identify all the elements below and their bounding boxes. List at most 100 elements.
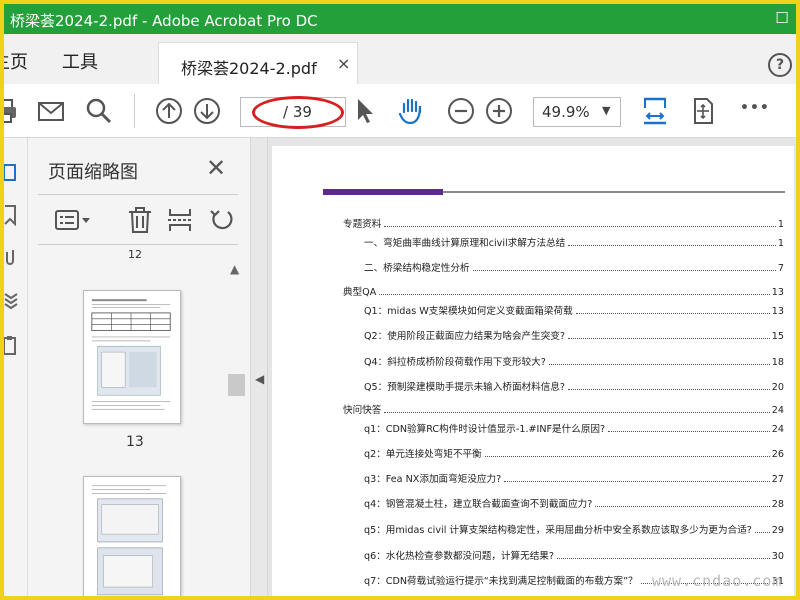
toc-page-number: 28 (771, 499, 784, 510)
toc-page-number: 24 (771, 424, 784, 435)
toc-page-number: 13 (771, 306, 784, 317)
toc-entry[interactable]: q4：钢管混凝土柱，建立联合截面查询不到截面应力? 28 (364, 496, 784, 510)
panel-splitter[interactable]: ◀ (250, 138, 268, 596)
more-icon[interactable]: ••• (740, 100, 770, 130)
toc-leader (568, 389, 770, 390)
layers-icon[interactable] (4, 288, 18, 310)
toc-page-number: 24 (771, 405, 784, 416)
toc-page-number: 26 (771, 449, 784, 460)
extract-page-icon[interactable] (166, 206, 194, 234)
toc-page-number: 15 (771, 331, 784, 342)
toc-section[interactable]: 典型QA 13 (343, 284, 784, 298)
toc-title: Q1：midas W支架模块如何定义变截面箱梁荷载 (364, 306, 573, 317)
zoom-in-icon[interactable] (484, 96, 514, 126)
delete-page-icon[interactable] (126, 206, 154, 234)
clipboard-icon[interactable] (4, 334, 18, 356)
toc-entry[interactable]: Q2：使用阶段正截面应力结果为啥会产生突变? 15 (364, 328, 784, 342)
toolbar: / 39 49.9% ▼ ••• (4, 84, 796, 138)
scrollbar-thumb[interactable] (228, 374, 245, 396)
toc-leader (379, 294, 770, 295)
help-icon[interactable]: ? (768, 53, 792, 77)
toc-title: 一、弯矩曲率曲线计算原理和civil求解方法总结 (364, 238, 566, 249)
toc-entry[interactable]: 一、弯矩曲率曲线计算原理和civil求解方法总结 1 (364, 235, 784, 249)
toc-title: Q4：斜拉桥成桥阶段荷载作用下变形较大? (364, 357, 546, 368)
toc-page-number: 20 (771, 382, 784, 393)
page-thumbnails-icon[interactable] (4, 162, 18, 184)
zoom-dropdown[interactable]: 49.9% ▼ (533, 97, 621, 127)
mail-icon[interactable] (36, 96, 66, 126)
page-thumbnail[interactable] (83, 476, 181, 596)
toc-leader (568, 338, 770, 339)
toc-page-number: 29 (771, 525, 784, 536)
toc-leader (595, 506, 770, 507)
red-annotation-ellipse (252, 96, 344, 129)
toc-entry[interactable]: Q1：midas W支架模块如何定义变截面箱梁荷载 13 (364, 303, 784, 317)
toc-title: 快问快答 (343, 405, 382, 416)
toc-leader (384, 412, 770, 413)
toc-title: q6：水化热检查参数都没问题，计算无结果? (364, 551, 554, 562)
toc-entry[interactable]: q2：单元连接处弯矩不平衡 26 (364, 446, 784, 460)
toc-leader (384, 226, 776, 227)
toc-title: 专题资料 (343, 219, 382, 230)
toc-entry[interactable]: q1：CDN验算RC构件时设计值显示-1.#INF是什么原因? 24 (364, 421, 784, 435)
select-cursor-icon[interactable] (350, 96, 380, 126)
toc-entry[interactable]: Q4：斜拉桥成桥阶段荷载作用下变形较大? 18 (364, 354, 784, 368)
panel-close-button[interactable]: ✕ (206, 154, 226, 182)
toc-entry[interactable]: q5：用midas civil 计算支架结构稳定性，采用屈曲分析中安全系数应该取… (364, 522, 784, 536)
toc-leader (608, 431, 770, 432)
toc-leader (472, 270, 776, 271)
toc-title: q5：用midas civil 计算支架结构稳定性，采用屈曲分析中安全系数应该取… (364, 525, 752, 536)
prev-page-icon[interactable] (154, 96, 184, 126)
menu-tools[interactable]: 工具 (62, 48, 98, 74)
search-icon[interactable] (84, 96, 114, 126)
toc-title: q4：钢管混凝土柱，建立联合截面查询不到截面应力? (364, 499, 593, 510)
toc-entry[interactable]: 二、桥梁结构稳定性分析 7 (364, 260, 784, 274)
left-navigation-strip (4, 138, 28, 596)
scroll-up-arrow-icon[interactable]: ▲ (230, 262, 239, 276)
document-tab[interactable]: 桥梁荟2024-2.pdf × (158, 42, 358, 84)
toc-section[interactable]: 专题资料 1 (343, 216, 784, 230)
print-icon[interactable] (4, 96, 20, 126)
toc-title: q3：Fea NX添加面弯矩没应力? (364, 474, 502, 485)
toc-title: q1：CDN验算RC构件时设计值显示-1.#INF是什么原因? (364, 424, 606, 435)
toc-section[interactable]: 快问快答 24 (343, 402, 784, 416)
page-thumbnails-panel: 页面缩略图 ✕ 12 13 ▲ (28, 138, 250, 596)
page-thumbnail[interactable] (83, 290, 181, 424)
toc-title: 二、桥梁结构稳定性分析 (364, 263, 470, 274)
toc-leader (754, 532, 770, 533)
toc-entry[interactable]: Q5：预制梁建模助手提示未输入桥面材料信息? 20 (364, 379, 784, 393)
rotate-page-icon[interactable] (208, 206, 236, 234)
toc-page-number: 7 (777, 263, 784, 274)
toc-leader (484, 456, 770, 457)
zoom-out-icon[interactable] (446, 96, 476, 126)
next-page-icon[interactable] (192, 96, 222, 126)
toc-title: 典型QA (343, 287, 377, 298)
watermark-text: www.cndao.com (652, 572, 783, 590)
menu-home[interactable]: 主页 (4, 48, 28, 74)
toc-page-number: 18 (771, 357, 784, 368)
toc-page-number: 30 (771, 551, 784, 562)
fit-page-icon[interactable] (688, 96, 718, 126)
toc-title: q2：单元连接处弯矩不平衡 (364, 449, 482, 460)
thumbnail-options-icon[interactable] (54, 206, 94, 234)
document-tab-close-button[interactable]: × (337, 54, 350, 73)
paperclip-icon[interactable] (4, 246, 18, 268)
thumbnail-page-label: 13 (126, 434, 144, 450)
title-bar: 桥梁荟2024-2.pdf - Adobe Acrobat Pro DC ☐ (4, 4, 796, 34)
zoom-value: 49.9% (542, 103, 590, 121)
toc-title: q7：CDN荷载试验运行提示“未找到满足控制截面的布载方案”？ (364, 576, 638, 587)
toc-page-number: 27 (771, 474, 784, 485)
maximize-button[interactable]: ☐ (772, 9, 792, 29)
toc-leader (568, 245, 776, 246)
fit-width-icon[interactable] (640, 96, 670, 126)
toc-entry[interactable]: q3：Fea NX添加面弯矩没应力? 27 (364, 471, 784, 485)
bookmark-icon[interactable] (4, 204, 18, 226)
hand-icon[interactable] (396, 96, 426, 126)
panel-divider (38, 244, 238, 245)
thumbnail-scrollbar[interactable]: ▲ (226, 262, 246, 596)
collapse-panel-arrow-icon[interactable]: ◀ (255, 372, 264, 386)
document-view: 专题资料 1 一、弯矩曲率曲线计算原理和civil求解方法总结 1 二、桥梁结构稳定性分… (268, 138, 796, 596)
toc-entry[interactable]: q6：水化热检查参数都没问题，计算无结果? 30 (364, 548, 784, 562)
window-title: 桥梁荟2024-2.pdf - Adobe Acrobat Pro DC (10, 12, 318, 30)
toc-leader (548, 364, 770, 365)
